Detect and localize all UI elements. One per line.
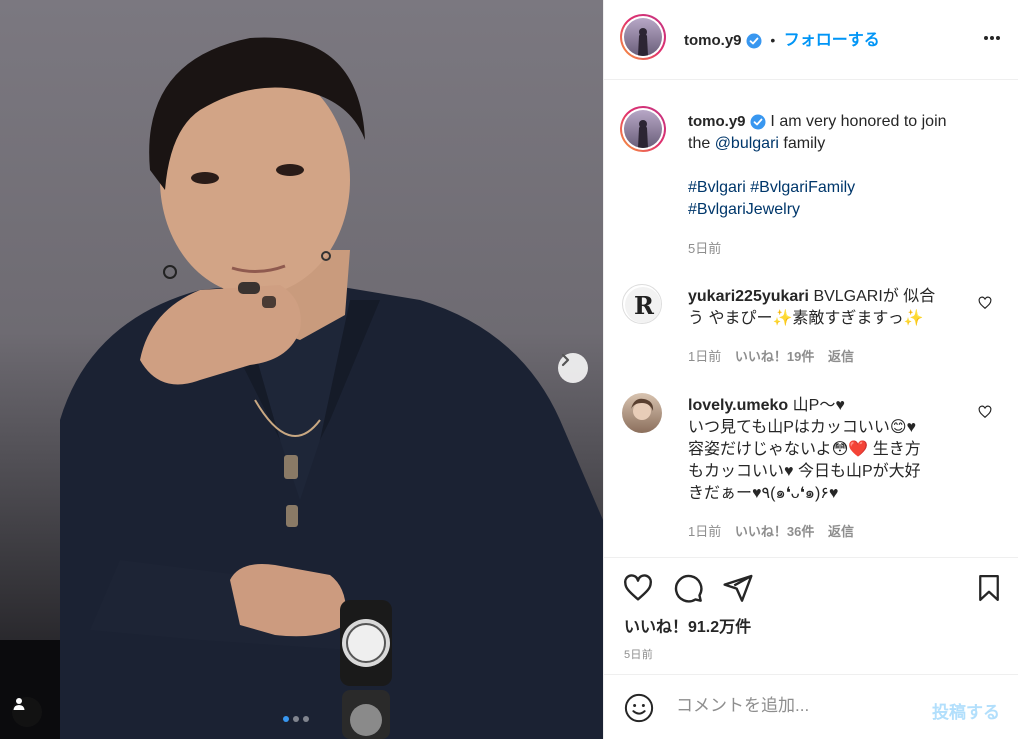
- carousel-dot: [293, 716, 299, 722]
- post-photo[interactable]: [0, 0, 603, 739]
- caption-text-2a: the: [688, 135, 715, 152]
- heart-icon[interactable]: [622, 572, 654, 604]
- caption-text: I am very honored to join: [770, 113, 947, 130]
- comment-age: 1日前: [688, 524, 722, 539]
- author-username[interactable]: tomo.y9: [684, 32, 742, 49]
- carousel-indicator: [283, 716, 309, 722]
- comment-likes[interactable]: いいね！19件: [735, 349, 814, 364]
- commenter-avatar[interactable]: R: [622, 284, 662, 324]
- post-comment-button[interactable]: 投稿する: [932, 698, 1000, 723]
- verified-badge-icon: [750, 114, 766, 130]
- mention-link[interactable]: @bulgari: [715, 135, 779, 152]
- comments-list[interactable]: tomo.y9 I am very honored to join the @b…: [604, 80, 1018, 557]
- author-avatar[interactable]: [620, 14, 666, 60]
- header-separator: •: [770, 32, 776, 48]
- comment-like-icon[interactable]: [978, 405, 992, 419]
- svg-text:R: R: [634, 291, 655, 320]
- add-comment-bar: 投稿する: [604, 674, 1018, 739]
- next-slide-button[interactable]: [558, 353, 588, 383]
- user-tag-icon: [13, 698, 25, 710]
- follow-button[interactable]: フォローする: [784, 32, 880, 49]
- verified-badge-icon: [746, 33, 762, 49]
- commenter-username[interactable]: yukari225yukari: [688, 288, 809, 305]
- comment-meta: 1日前 いいね！36件 返信: [688, 521, 864, 540]
- comment-bubble-icon[interactable]: [672, 572, 704, 604]
- reply-button[interactable]: 返信: [828, 349, 854, 364]
- paper-plane-icon[interactable]: [722, 572, 754, 604]
- comment-age: 1日前: [688, 349, 722, 364]
- reply-button[interactable]: 返信: [828, 524, 854, 539]
- comment-text: もカッコいい♥ 今日も山Pが大好: [688, 463, 921, 480]
- caption-username[interactable]: tomo.y9: [688, 113, 746, 130]
- caption-text-2b: family: [778, 135, 826, 152]
- comment-text: う やまぴー✨素敵すぎますっ✨: [688, 310, 924, 327]
- comment-input[interactable]: [674, 695, 918, 717]
- comment-likes[interactable]: いいね！36件: [735, 524, 814, 539]
- carousel-dot: [303, 716, 309, 722]
- comment-text: BVLGARIが 似合: [813, 288, 936, 305]
- user-tag-button[interactable]: [12, 697, 42, 727]
- comment-text: 容姿だけじゃないよ😳❤️ 生き方: [688, 441, 921, 458]
- caption-age: 5日前: [688, 241, 722, 256]
- comment-meta: 1日前 いいね！19件 返信: [688, 346, 864, 365]
- hashtag-link[interactable]: #Bvlgari: [688, 179, 746, 196]
- post-caption: tomo.y9 I am very honored to join the @b…: [688, 111, 998, 221]
- likes-count[interactable]: いいね！91.2万件: [624, 613, 751, 637]
- photo-illustration: [0, 37, 603, 739]
- comment-text: きだぁー♥٩(๑❛ᴗ❛๑)۶♥: [688, 485, 839, 502]
- emoji-icon[interactable]: [624, 693, 654, 723]
- post-age[interactable]: 5日前: [624, 646, 653, 662]
- comment-text: 山P〜♥: [792, 397, 845, 414]
- post-actions: いいね！91.2万件 5日前: [604, 557, 1018, 674]
- comment-text: いつ見ても山Pはカッコいい😊♥: [688, 419, 917, 436]
- hashtag-link[interactable]: #BvlgariJewelry: [688, 201, 800, 218]
- comment-like-icon[interactable]: [978, 296, 992, 310]
- carousel-dot: [283, 716, 289, 722]
- post-header: tomo.y9 • フォローする: [604, 0, 1018, 80]
- caption-author-avatar[interactable]: [620, 106, 666, 152]
- more-options-button[interactable]: [982, 28, 1002, 53]
- bookmark-icon[interactable]: [974, 572, 1004, 604]
- commenter-username[interactable]: lovely.umeko: [688, 397, 788, 414]
- commenter-avatar[interactable]: [622, 393, 662, 433]
- hashtag-link[interactable]: #BvlgariFamily: [750, 179, 855, 196]
- post-side-panel: tomo.y9 • フォローする tomo.y9 I am very honor…: [603, 0, 1018, 739]
- more-options-icon: [984, 36, 1000, 40]
- chevron-right-icon: [561, 353, 570, 367]
